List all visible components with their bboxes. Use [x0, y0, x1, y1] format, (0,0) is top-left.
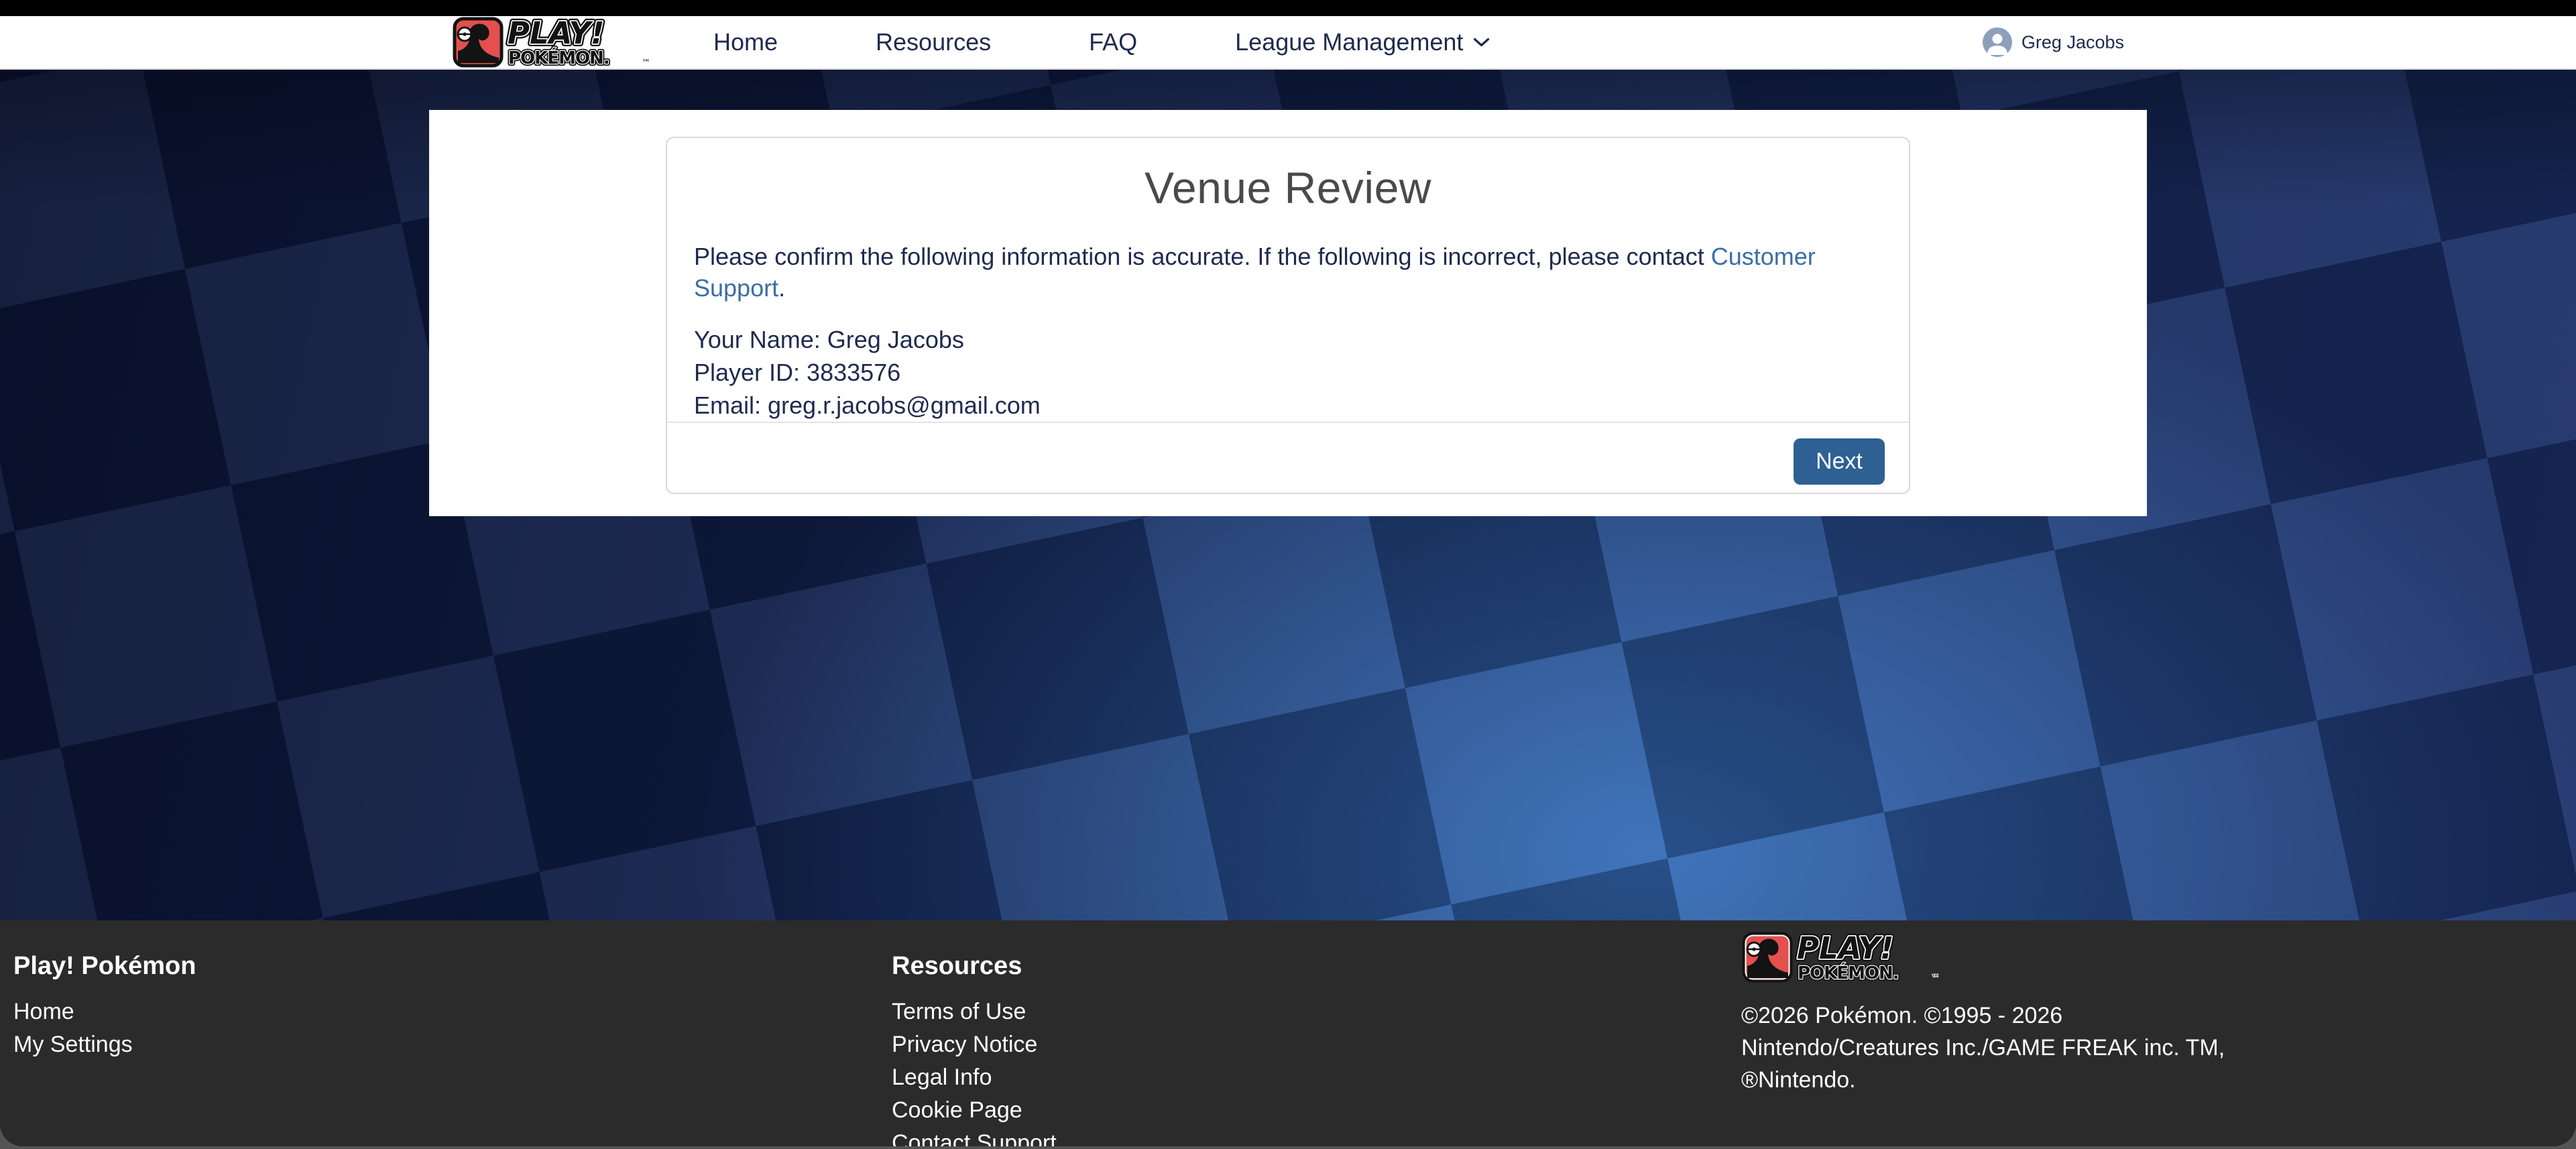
footer-link-privacy-notice[interactable]: Privacy Notice — [892, 1028, 1741, 1061]
play-pokemon-logo[interactable]: PLAY! PLAY! POKÉMON. POKÉMON. ™ — [452, 16, 653, 68]
main-nav: Home Resources FAQ League Management — [713, 28, 1490, 56]
footer-link-contact-support[interactable]: Contact Support — [892, 1127, 1741, 1146]
copyright-text: ©2026 Pokémon. ©1995 - 2026 Nintendo/Cre… — [1741, 1000, 2576, 1096]
user-name: Greg Jacobs — [2022, 32, 2124, 53]
page-background: Venue Review Please confirm the followin… — [0, 70, 2576, 920]
venue-review-card: Venue Review Please confirm the followin… — [666, 137, 1910, 494]
footer-link-home[interactable]: Home — [13, 995, 892, 1028]
footer-heading-resources: Resources — [892, 950, 1741, 983]
footer-link-legal-info[interactable]: Legal Info — [892, 1061, 1741, 1094]
header-container: PLAY! PLAY! POKÉMON. POKÉMON. ™ Home Res… — [452, 16, 2124, 68]
footer-column-resources: Resources Terms of Use Privacy Notice Le… — [892, 950, 1741, 1146]
confirmation-instructions: Please confirm the following information… — [694, 241, 1882, 304]
player-id-line: Player ID: 3833576 — [694, 356, 1882, 389]
nav-faq[interactable]: FAQ — [1089, 28, 1137, 56]
play-pokemon-footer-logo-icon: PLAY! PLAY! POKÉMON. POKÉMON. ™ — [1741, 931, 1942, 983]
user-avatar-icon — [1982, 27, 2013, 58]
card-body: Venue Review Please confirm the followin… — [667, 138, 1909, 422]
player-info-block: Your Name: Greg Jacobs Player ID: 383357… — [694, 323, 1882, 422]
copyright-line-2: Nintendo/Creatures Inc./GAME FREAK inc. … — [1741, 1032, 2576, 1064]
logo-pokemon-text: POKÉMON. — [508, 47, 609, 68]
top-black-bar — [0, 0, 2576, 16]
site-header: PLAY! PLAY! POKÉMON. POKÉMON. ™ Home Res… — [0, 16, 2576, 70]
play-pokemon-footer-logo: PLAY! PLAY! POKÉMON. POKÉMON. ™ — [1741, 931, 1942, 983]
logo-play-text: PLAY! — [508, 16, 604, 51]
nav-home[interactable]: Home — [713, 28, 778, 56]
footer-logo-tm-mark: ™ — [1931, 973, 1940, 983]
content-panel: Venue Review Please confirm the followin… — [429, 110, 2147, 516]
card-footer: Next — [667, 422, 1909, 501]
nav-league-management[interactable]: League Management — [1235, 28, 1490, 56]
footer-link-terms-of-use[interactable]: Terms of Use — [892, 995, 1741, 1028]
email-line: Email: greg.r.jacobs@gmail.com — [694, 389, 1882, 422]
site-footer: Play! Pokémon Home My Settings Resources… — [0, 920, 2576, 1146]
your-name-line: Your Name: Greg Jacobs — [694, 323, 1882, 356]
footer-logo-pokemon-text: POKÉMON. — [1798, 962, 1899, 983]
footer-logo-play-text: PLAY! — [1797, 931, 1893, 966]
chevron-down-icon — [1472, 37, 1490, 48]
footer-column-play-pokemon: Play! Pokémon Home My Settings — [13, 950, 892, 1146]
logo-tm-mark: ™ — [642, 58, 650, 68]
intro-text-before: Please confirm the following information… — [694, 243, 1711, 270]
copyright-line-3: ®Nintendo. — [1741, 1064, 2576, 1096]
footer-heading-play-pokemon: Play! Pokémon — [13, 950, 892, 983]
next-button[interactable]: Next — [1794, 438, 1885, 485]
copyright-line-1: ©2026 Pokémon. ©1995 - 2026 — [1741, 1000, 2576, 1032]
nav-league-management-label: League Management — [1235, 28, 1463, 56]
page-title: Venue Review — [694, 162, 1882, 213]
play-pokemon-logo-icon: PLAY! PLAY! POKÉMON. POKÉMON. ™ — [452, 16, 653, 68]
browser-window: PLAY! PLAY! POKÉMON. POKÉMON. ™ Home Res… — [0, 0, 2576, 1146]
intro-text-after: . — [778, 274, 785, 302]
nav-resources[interactable]: Resources — [876, 28, 991, 56]
footer-link-my-settings[interactable]: My Settings — [13, 1028, 892, 1061]
footer-column-legal: PLAY! PLAY! POKÉMON. POKÉMON. ™ ©2026 Po… — [1741, 931, 2576, 1146]
user-menu[interactable]: Greg Jacobs — [1982, 27, 2124, 58]
footer-link-cookie-page[interactable]: Cookie Page — [892, 1094, 1741, 1127]
